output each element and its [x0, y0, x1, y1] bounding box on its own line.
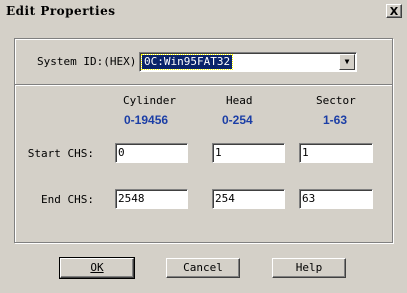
column-header-head: Head	[226, 94, 253, 107]
help-button-label: Help	[295, 261, 323, 274]
head-range: 0-254	[222, 113, 253, 127]
start-chs-label: Start CHS:	[27, 147, 94, 160]
column-header-cylinder: Cylinder	[123, 94, 176, 107]
start-cylinder-input[interactable]: 0	[115, 143, 188, 163]
cylinder-range: 0-19456	[124, 113, 169, 127]
panel-divider	[15, 84, 392, 86]
cancel-button[interactable]: Cancel	[166, 258, 240, 278]
system-id-label: System ID:(HEX)	[37, 55, 137, 68]
title-bar[interactable]: Edit Properties X	[0, 0, 407, 22]
system-id-select[interactable]: 0C:Win95FAT32 ▼	[139, 52, 357, 72]
ok-button[interactable]: OK	[59, 257, 135, 279]
end-head-input[interactable]: 254	[212, 189, 285, 209]
dropdown-arrow-button[interactable]: ▼	[339, 54, 355, 70]
window-title: Edit Properties	[6, 4, 116, 18]
close-button[interactable]: X	[386, 4, 402, 18]
start-head-input[interactable]: 1	[212, 143, 285, 163]
help-button[interactable]: Help	[272, 258, 346, 278]
close-icon: X	[389, 5, 399, 18]
start-sector-input[interactable]: 1	[299, 143, 373, 163]
end-chs-label: End CHS:	[41, 193, 94, 206]
ok-button-label: OK	[90, 261, 104, 274]
sector-range: 1-63	[323, 113, 348, 127]
chevron-down-icon: ▼	[344, 57, 350, 66]
end-sector-input[interactable]: 63	[299, 189, 373, 209]
system-id-value: 0C:Win95FAT32	[140, 54, 234, 70]
end-cylinder-input[interactable]: 2548	[115, 189, 188, 209]
cancel-button-label: Cancel	[183, 261, 223, 274]
column-header-sector: Sector	[316, 94, 356, 107]
